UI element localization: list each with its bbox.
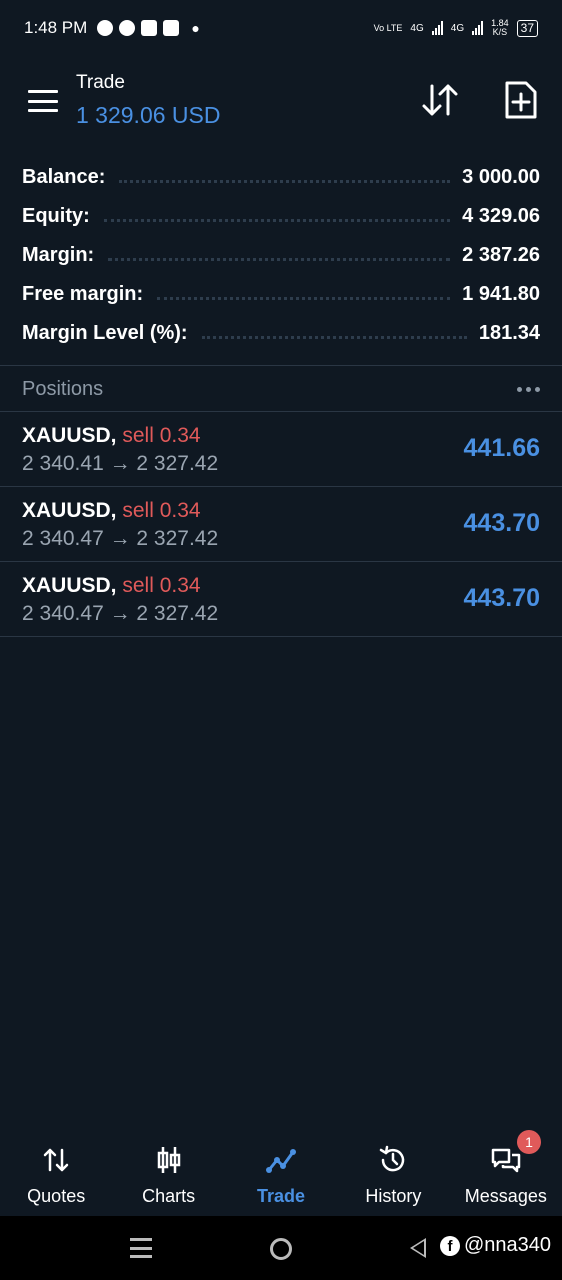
summary-value: 1 941.80	[462, 283, 540, 305]
nav-label: Quotes	[27, 1186, 86, 1206]
volte-indicator: Vo LTE	[373, 22, 403, 33]
new-order-icon[interactable]	[504, 80, 538, 120]
charts-icon	[157, 1147, 180, 1173]
position-side: sell 0.34	[122, 424, 201, 447]
back-icon[interactable]	[410, 1238, 426, 1258]
position-title: XAUUSD, sell 0.34	[22, 574, 201, 598]
profit-total: 1 329.06 USD	[76, 102, 221, 128]
page-title: Trade	[76, 72, 125, 93]
position-row[interactable]: XAUUSD, sell 0.34 2 340.47 → 2 327.42 44…	[0, 562, 562, 637]
summary-row-margin-level: Margin Level (%): 181.34	[22, 314, 540, 353]
summary-value: 2 387.26	[462, 244, 540, 266]
position-side: sell 0.34	[122, 499, 201, 522]
watermark-handle: @nna340	[464, 1234, 552, 1256]
nav-quotes[interactable]: Quotes	[0, 1126, 112, 1216]
summary-row-free-margin: Free margin: 1 941.80	[22, 275, 540, 314]
nav-history[interactable]: History	[337, 1126, 449, 1216]
status-bar: 1:48 PM ● Vo LTE 4G 4G 1.84 K/S 37	[0, 0, 562, 56]
app-icon	[119, 20, 136, 36]
dotted-leader	[103, 219, 451, 222]
position-prices: 2 340.41 → 2 327.42	[22, 452, 219, 475]
position-symbol: XAUUSD,	[22, 424, 117, 447]
summary-row-balance: Balance: 3 000.00	[22, 158, 540, 197]
status-indicators: Vo LTE 4G 4G 1.84 K/S 37	[374, 19, 538, 37]
status-time: 1:48 PM	[24, 18, 88, 37]
position-symbol: XAUUSD,	[22, 499, 117, 522]
summary-label: Free margin:	[22, 283, 144, 305]
bottom-nav: Quotes Charts Trade History 1 Messages	[0, 1126, 562, 1216]
signal-icon	[431, 21, 443, 35]
network-4g-label: 4G	[410, 22, 424, 34]
more-options-icon[interactable]	[517, 386, 540, 392]
position-profit: 441.66	[463, 434, 540, 462]
summary-label: Margin:	[22, 244, 95, 266]
watermark: f @nna340	[440, 1234, 551, 1257]
more-notifications-dot: ●	[191, 20, 200, 36]
messages-badge: 1	[517, 1130, 542, 1154]
nav-trade[interactable]: Trade	[225, 1126, 337, 1216]
position-profit: 443.70	[463, 584, 540, 612]
summary-label: Equity:	[22, 205, 90, 227]
summary-row-equity: Equity: 4 329.06	[22, 197, 540, 236]
nav-label: History	[365, 1186, 422, 1206]
position-title: XAUUSD, sell 0.34	[22, 499, 201, 523]
position-row[interactable]: XAUUSD, sell 0.34 2 340.41 → 2 327.42 44…	[0, 412, 562, 487]
recent-apps-icon[interactable]	[130, 1238, 152, 1258]
nav-label: Messages	[464, 1186, 547, 1206]
dotted-leader	[157, 297, 451, 300]
position-prices: 2 340.47 → 2 327.42	[22, 602, 219, 625]
summary-value: 3 000.00	[462, 166, 540, 188]
positions-header: Positions	[0, 366, 562, 412]
dotted-leader	[201, 336, 467, 339]
app-header: Trade 1 329.06 USD	[0, 56, 562, 156]
signal-icon-2	[472, 21, 484, 35]
dotted-leader	[108, 258, 451, 261]
nav-messages[interactable]: 1 Messages	[450, 1126, 562, 1216]
speed-unit: K/S	[492, 27, 508, 37]
position-symbol: XAUUSD,	[22, 574, 117, 597]
battery-icon: 37	[516, 19, 538, 37]
nav-charts[interactable]: Charts	[112, 1126, 224, 1216]
network-speed: 1.84 K/S	[491, 19, 509, 37]
menu-icon[interactable]	[28, 90, 58, 112]
network-4g-label-2: 4G	[450, 22, 465, 34]
quotes-icon	[43, 1148, 69, 1172]
summary-label: Margin Level (%):	[22, 322, 188, 344]
trade-icon	[266, 1149, 297, 1173]
messages-icon	[491, 1148, 521, 1173]
nav-label: Charts	[142, 1186, 196, 1206]
history-icon	[380, 1145, 405, 1172]
facebook-icon: f	[440, 1235, 460, 1256]
summary-label: Balance:	[22, 166, 106, 188]
position-title: XAUUSD, sell 0.34	[22, 424, 201, 448]
home-icon[interactable]	[270, 1238, 292, 1260]
telegram-icon	[97, 20, 114, 36]
facebook-icon	[141, 20, 158, 36]
instagram-icon	[163, 20, 180, 36]
position-row[interactable]: XAUUSD, sell 0.34 2 340.47 → 2 327.42 44…	[0, 487, 562, 562]
summary-row-margin: Margin: 2 387.26	[22, 236, 540, 275]
summary-value: 181.34	[478, 322, 540, 344]
dotted-leader	[119, 180, 451, 183]
account-summary: Balance: 3 000.00 Equity: 4 329.06 Margi…	[22, 158, 540, 353]
nav-label: Trade	[257, 1186, 306, 1206]
summary-value: 4 329.06	[462, 205, 540, 227]
positions-title: Positions	[22, 377, 104, 400]
system-nav-bar: f @nna340	[0, 1216, 562, 1280]
position-prices: 2 340.47 → 2 327.42	[22, 527, 219, 550]
positions-list: XAUUSD, sell 0.34 2 340.41 → 2 327.42 44…	[0, 412, 562, 637]
position-side: sell 0.34	[122, 574, 201, 597]
sort-icon[interactable]	[420, 82, 460, 118]
position-profit: 443.70	[463, 509, 540, 537]
notification-icons	[97, 20, 180, 36]
